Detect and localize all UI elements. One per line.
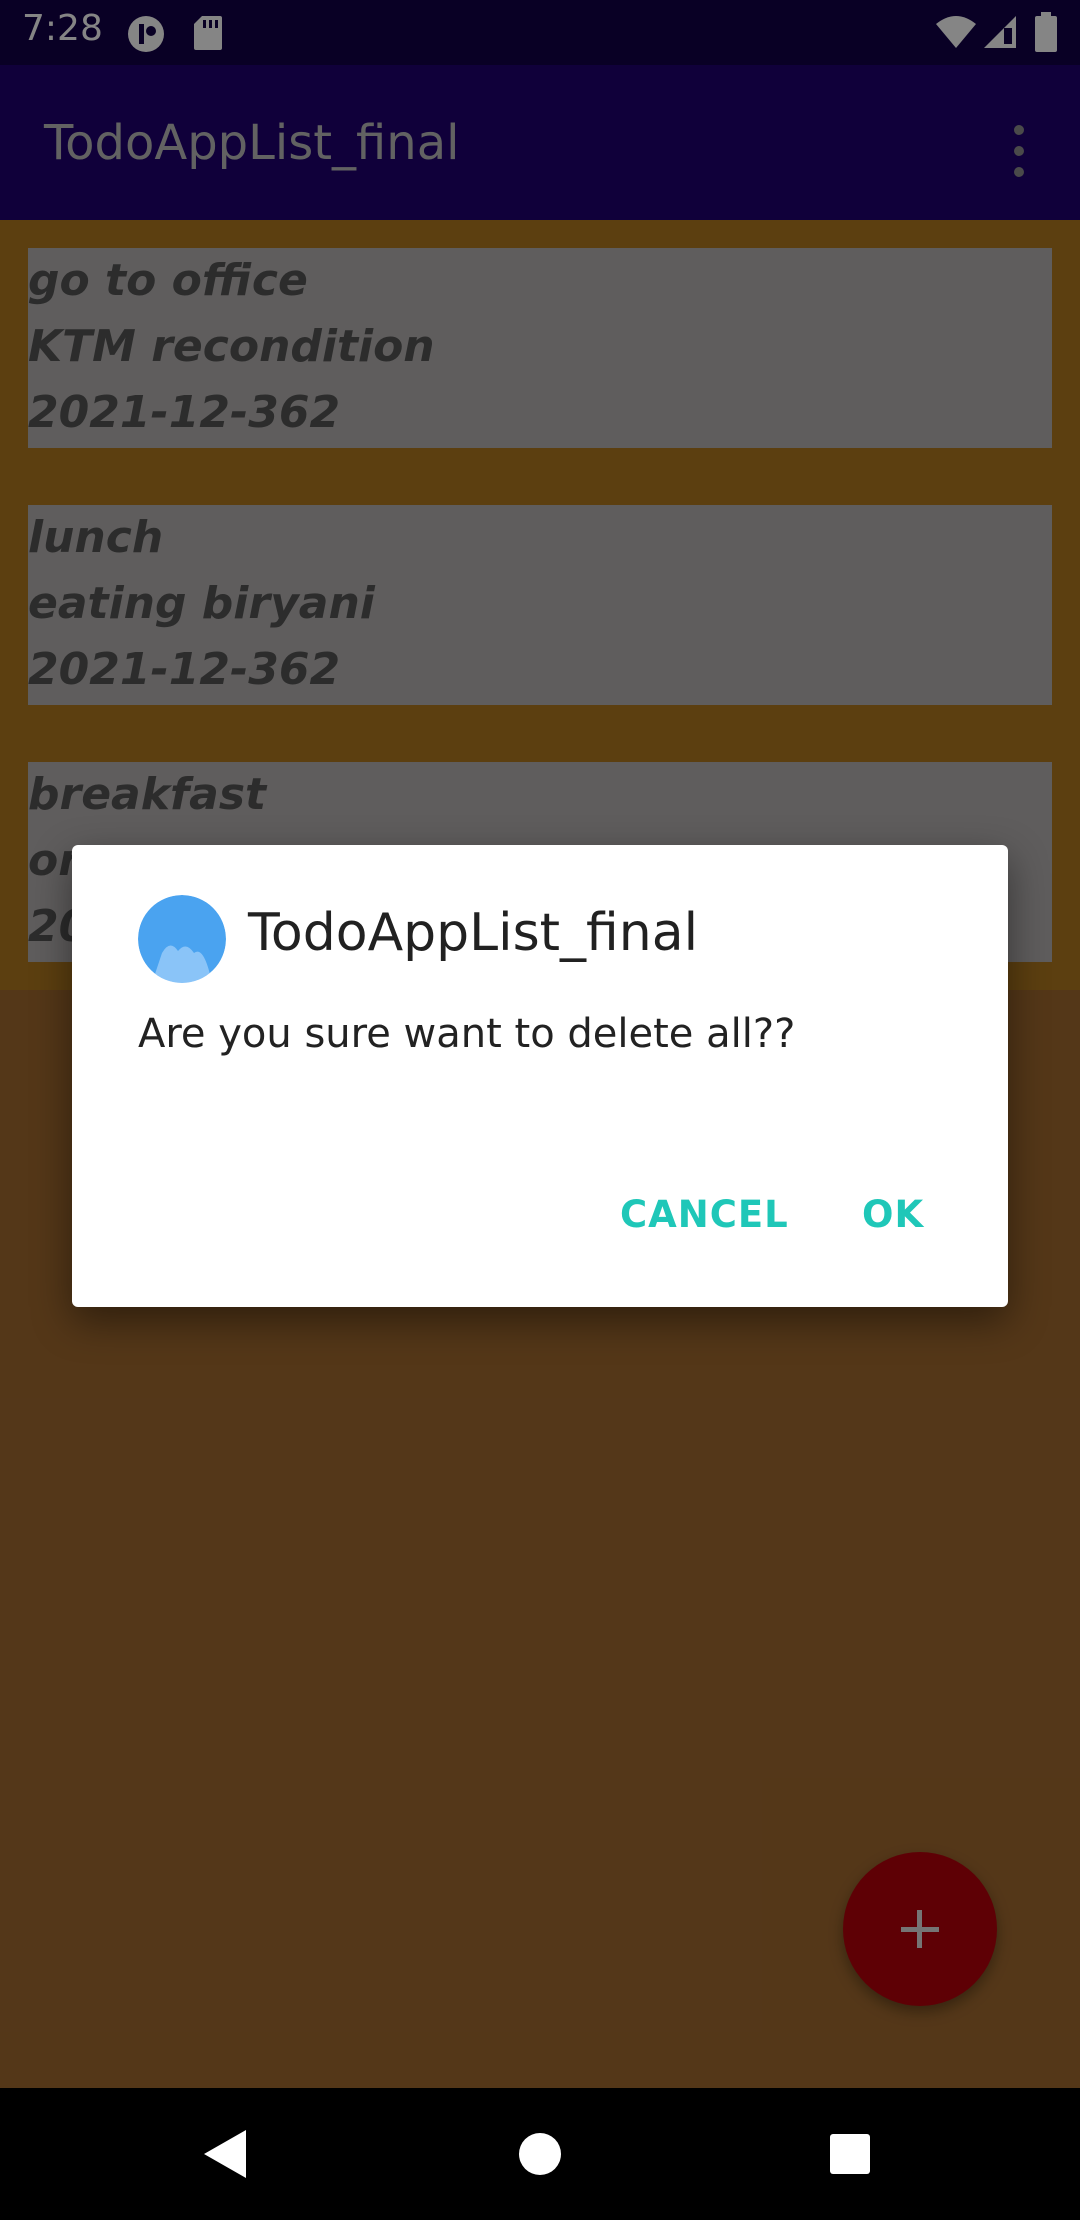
- home-icon[interactable]: [518, 2132, 562, 2176]
- dialog-title: TodoAppList_final: [248, 903, 699, 963]
- navigation-bar: [0, 2088, 1080, 2220]
- dialog-message: Are you sure want to delete all??: [138, 1011, 796, 1057]
- ok-button[interactable]: OK: [862, 1193, 924, 1236]
- delete-all-dialog: TodoAppList_final Are you sure want to d…: [72, 845, 1008, 1307]
- cancel-button[interactable]: CANCEL: [620, 1193, 789, 1236]
- app-logo-icon: [138, 895, 226, 983]
- recents-icon[interactable]: [829, 2133, 871, 2175]
- back-icon[interactable]: [202, 2128, 248, 2180]
- screen: 7:28 TodoAppList_final go to office KTM …: [0, 0, 1080, 2220]
